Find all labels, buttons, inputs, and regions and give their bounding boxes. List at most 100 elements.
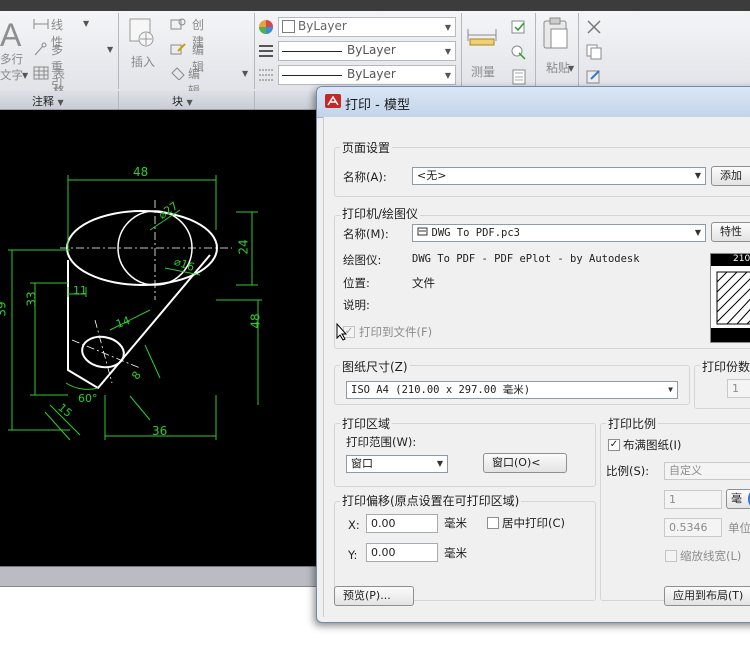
- line-sample: [282, 75, 342, 76]
- select-similar-icon[interactable]: [510, 44, 528, 63]
- ribbon: A 多行 文字 ▼ 线性 ▼ 多重引线 ▼ 表格 插入 创建 编辑 编辑属性 ▼: [0, 11, 750, 132]
- ribbon-panel-labels: 注释 ▼ 块 ▼: [0, 91, 320, 110]
- plot-offset-group-label: 打印偏移(原点设置在可打印区域): [340, 492, 522, 509]
- chevron-down-icon: ▼: [83, 19, 90, 28]
- command-area[interactable]: [0, 586, 322, 650]
- printer-properties-button[interactable]: 特性: [711, 222, 750, 242]
- scale-units-dropdown[interactable]: 毫: [726, 489, 750, 509]
- linetype-value: ByLayer: [347, 43, 396, 57]
- multileader-button[interactable]: 多重引线 ▼: [33, 42, 113, 108]
- multiline-text-label-2[interactable]: 文字: [0, 67, 23, 83]
- edit-block-button[interactable]: 编辑: [170, 42, 204, 74]
- copies-label: 打印份数: [700, 358, 750, 375]
- panel-divider: [254, 91, 255, 109]
- edit-attributes-icon: [171, 67, 185, 81]
- fit-to-paper-checkbox[interactable]: ✓: [608, 439, 620, 451]
- printer-name-value: DWG To PDF.pc3: [431, 227, 521, 239]
- center-plot-label: 居中打印(C): [502, 516, 566, 530]
- autocad-logo-icon: [325, 94, 341, 108]
- paper-size-value: ISO A4 (210.00 x 297.00 毫米): [351, 384, 531, 396]
- location-value: 文件: [412, 276, 435, 290]
- dim-text-arm-height: 33: [24, 291, 39, 307]
- plot-dialog: 打印 - 模型 页面设置 名称(A): <无> ▼ 添加 打印机/绘图仪 名称(…: [316, 86, 750, 623]
- multileader-icon: [34, 42, 47, 56]
- paste-label: 粘贴: [546, 61, 571, 75]
- linear-dim-button[interactable]: 线性 ▼: [33, 18, 89, 49]
- insert-button[interactable]: 插入: [126, 15, 162, 85]
- plot-area-group-label: 打印区域: [340, 415, 393, 432]
- plot-to-file-label: 打印到文件(F): [359, 325, 433, 339]
- drawing-canvas[interactable]: 48 24 39 33 48 11 14 8 15 60° 36 ⌀27 ⌀16: [0, 110, 322, 566]
- insert-label: 插入: [131, 55, 156, 69]
- fit-to-paper-label: 布满图纸(I): [623, 438, 682, 452]
- plotter-value: DWG To PDF - PDF ePlot - by Autodesk: [412, 253, 640, 265]
- page-setup-name-label: 名称(A):: [343, 170, 387, 184]
- printer-name-label: 名称(M):: [343, 227, 389, 241]
- copy-icon[interactable]: [585, 44, 603, 63]
- page-setup-name-dropdown[interactable]: <无> ▼: [412, 167, 706, 185]
- paste-button[interactable]: 粘贴 ▼: [541, 17, 577, 81]
- chevron-down-icon[interactable]: ▼: [22, 71, 28, 80]
- color-value: ByLayer: [298, 19, 347, 33]
- panel-divider: [118, 13, 119, 89]
- offset-y-input[interactable]: 0.00: [366, 543, 438, 562]
- linetype-dropdown[interactable]: ByLayer ▼: [278, 41, 456, 61]
- dim-text-arm-width: 11: [73, 284, 87, 297]
- printer-name-dropdown[interactable]: DWG To PDF.pc3 ▼: [412, 224, 706, 242]
- linetype-icon[interactable]: [258, 44, 274, 61]
- offset-x-label: X:: [348, 518, 360, 532]
- apply-to-layout-button[interactable]: 应用到布局(T): [664, 586, 750, 606]
- dialog-titlebar[interactable]: 打印 - 模型: [317, 87, 750, 118]
- chevron-down-icon: ▼: [436, 459, 443, 468]
- preview-button[interactable]: 预览(P)...: [334, 586, 414, 606]
- plot-range-value: 窗口: [351, 457, 373, 470]
- title-strip: [0, 0, 750, 11]
- dim-text-top: 48: [133, 165, 149, 179]
- measure-label: 测量: [471, 65, 496, 79]
- add-page-setup-button[interactable]: 添加: [711, 166, 750, 186]
- chevron-down-icon: ▼: [107, 45, 114, 54]
- window-select-button[interactable]: 窗口(O)<: [483, 453, 567, 473]
- part-outline: [66, 210, 218, 390]
- copies-input[interactable]: 1: [727, 379, 750, 398]
- multiline-text-icon[interactable]: A: [0, 17, 21, 54]
- block-panel-label[interactable]: 块 ▼: [172, 93, 193, 109]
- scale-lineweights-checkbox[interactable]: [665, 550, 677, 562]
- measure-button[interactable]: 测量: [466, 21, 502, 85]
- scale-paper-units-input[interactable]: 1: [664, 490, 722, 509]
- mechanical-drawing: [8, 175, 262, 441]
- color-wheel-icon[interactable]: [258, 19, 274, 38]
- cut-icon[interactable]: [585, 19, 603, 38]
- offset-y-unit: 毫米: [444, 546, 467, 560]
- scale-drawing-units-label: 单位: [728, 521, 750, 535]
- panel-divider: [461, 13, 462, 89]
- lineweight-icon[interactable]: [258, 68, 274, 85]
- dim-text-angle: 60°: [78, 392, 98, 405]
- canvas-scrollbar[interactable]: [0, 566, 322, 587]
- quick-select-icon[interactable]: [510, 19, 528, 38]
- annotation-panel-label[interactable]: 注释 ▼: [32, 93, 64, 109]
- offset-x-unit: 毫米: [444, 516, 467, 530]
- scale-drawing-units-input[interactable]: 0.5346: [664, 518, 722, 537]
- multiline-text-label-1[interactable]: 多行: [0, 51, 23, 67]
- chevron-down-icon: ▼: [694, 171, 701, 180]
- dim-text-total-height: 39: [0, 301, 9, 317]
- scale-units-value: 毫: [731, 492, 742, 505]
- plot-scale-group-label: 打印比例: [606, 415, 659, 432]
- center-plot-checkbox[interactable]: [487, 517, 499, 529]
- dialog-body: 页面设置 名称(A): <无> ▼ 添加 打印机/绘图仪 名称(M): DWG …: [323, 117, 750, 617]
- lineweight-dropdown[interactable]: ByLayer ▼: [278, 65, 456, 85]
- edit-attributes-button[interactable]: 编辑属性 ▼: [170, 66, 248, 132]
- scale-dropdown[interactable]: 自定义: [664, 462, 750, 480]
- color-dropdown[interactable]: ByLayer ▼: [278, 17, 456, 37]
- create-block-button[interactable]: 创建: [170, 18, 204, 49]
- chevron-down-icon: ▼: [186, 98, 193, 107]
- linear-dimension-icon: [33, 19, 49, 29]
- paper-size-dropdown[interactable]: ISO A4 (210.00 x 297.00 毫米) ▼: [346, 381, 678, 399]
- plot-range-dropdown[interactable]: 窗口 ▼: [346, 455, 448, 473]
- scale-lineweights-label: 缩放线宽(L): [680, 549, 742, 563]
- offset-x-input[interactable]: 0.00: [366, 514, 438, 533]
- table-button[interactable]: 表格: [33, 66, 65, 98]
- insert-block-icon: [129, 18, 154, 47]
- lineweight-value: ByLayer: [347, 67, 396, 81]
